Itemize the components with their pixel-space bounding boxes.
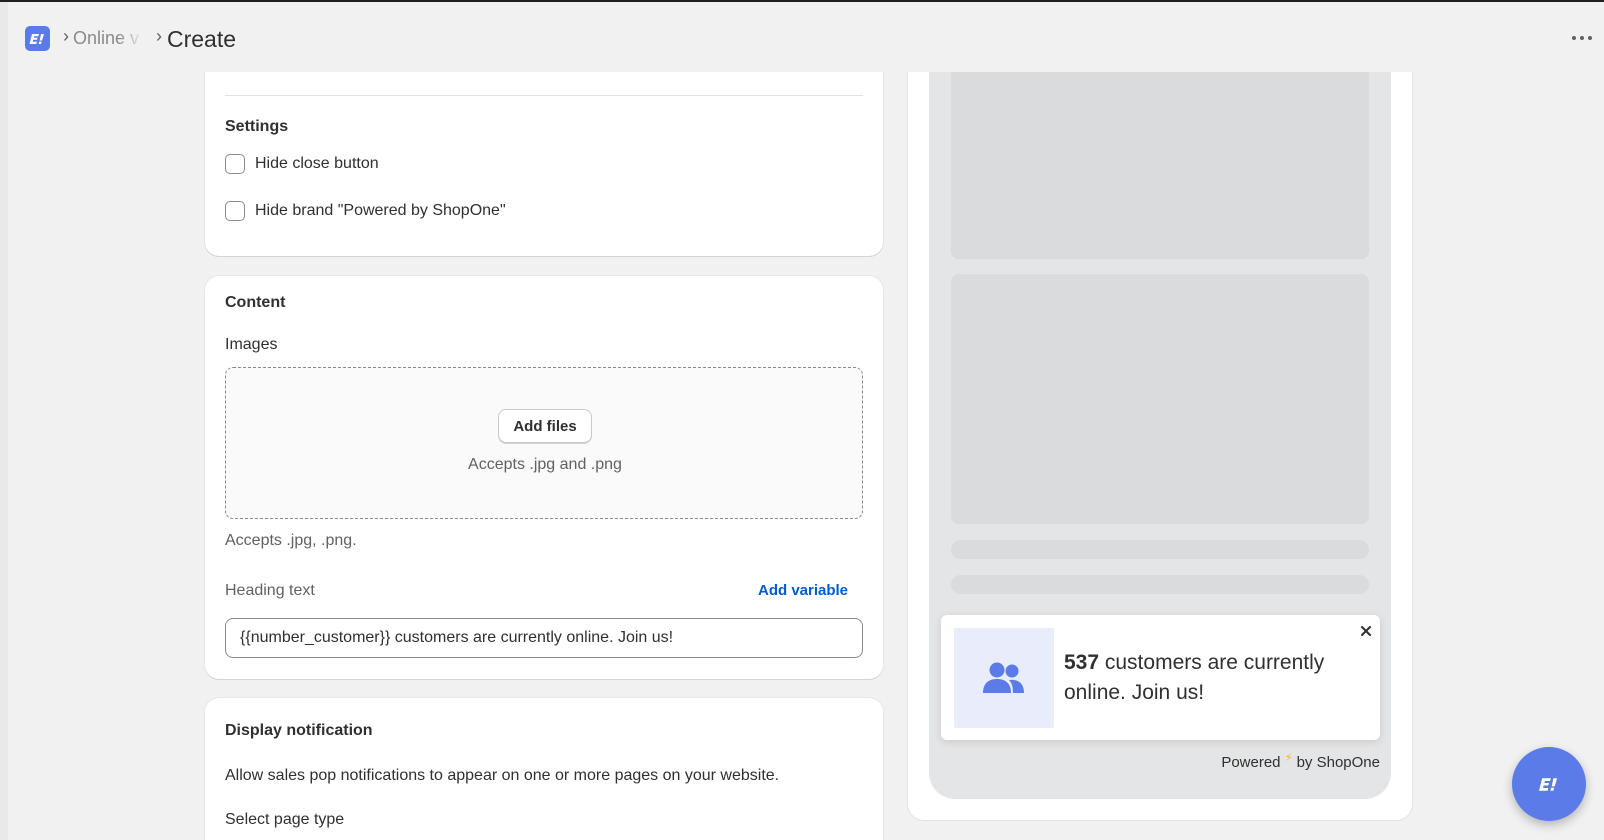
hide-brand-checkbox[interactable] xyxy=(225,201,245,221)
close-icon[interactable] xyxy=(1358,623,1374,639)
notification-message-text: customers are currently online. Join us! xyxy=(1064,651,1325,704)
display-notification-description: Allow sales pop notifications to appear … xyxy=(225,767,780,784)
skeleton-line xyxy=(951,540,1369,559)
section-divider xyxy=(225,95,863,96)
settings-heading: Settings xyxy=(225,118,289,135)
hide-brand-option[interactable]: Hide brand "Powered by ShopOne" xyxy=(225,201,506,221)
hide-brand-label: Hide brand "Powered by ShopOne" xyxy=(255,202,506,219)
sales-pop-notification: 537 customers are currently online. Join… xyxy=(941,615,1380,740)
logo-glyph xyxy=(29,33,44,44)
more-horizontal-icon[interactable] xyxy=(1570,26,1594,50)
users-glyph xyxy=(983,662,1024,693)
more-dots xyxy=(1572,36,1592,40)
hide-close-button-label: Hide close button xyxy=(255,155,379,172)
powered-by-brand: Powered ⚡ by ShopOne xyxy=(1208,751,1380,771)
powered-suffix: by ShopOne xyxy=(1296,754,1380,771)
powered-prefix: Powered xyxy=(1221,754,1281,771)
close-glyph xyxy=(1361,626,1371,636)
heading-text-input[interactable]: {{number_customer}} customers are curren… xyxy=(225,618,863,658)
images-label: Images xyxy=(225,336,278,353)
content-heading: Content xyxy=(225,294,286,311)
breadcrumb-separator-icon: › xyxy=(156,26,162,46)
skeleton-block xyxy=(951,274,1369,524)
users-icon xyxy=(954,628,1054,728)
preview-card: 537 customers are currently online. Join… xyxy=(908,40,1412,820)
skeleton-line xyxy=(951,575,1369,594)
display-notification-heading: Display notification xyxy=(225,722,373,739)
left-edge xyxy=(0,2,8,840)
dropzone-hint: Accepts .jpg and .png xyxy=(468,456,622,473)
chat-launcher-button[interactable] xyxy=(1512,747,1586,821)
content-card: Content Images Add files Accepts .jpg an… xyxy=(205,276,883,679)
breadcrumb-separator-icon: › xyxy=(63,26,69,46)
heading-text-label: Heading text xyxy=(225,582,315,599)
add-variable-link[interactable]: Add variable xyxy=(758,582,848,599)
settings-card: Settings Hide close button Hide brand "P… xyxy=(205,40,883,256)
customer-count: 537 xyxy=(1064,651,1100,674)
page-title: Create xyxy=(167,26,237,52)
notification-message: 537 customers are currently online. Join… xyxy=(1064,648,1354,708)
app-logo-icon xyxy=(1539,777,1558,791)
accepts-help-text: Accepts .jpg, .png. xyxy=(225,532,357,549)
hide-close-button-checkbox[interactable] xyxy=(225,154,245,174)
hide-close-button-option[interactable]: Hide close button xyxy=(225,154,379,174)
app-logo-icon[interactable] xyxy=(25,26,50,51)
top-bar xyxy=(8,2,1604,72)
bolt-icon: ⚡ xyxy=(1284,752,1293,764)
breadcrumb-parent-link[interactable]: Online v xyxy=(73,28,143,49)
image-dropzone[interactable]: Add files Accepts .jpg and .png xyxy=(225,367,863,519)
skeleton-block xyxy=(951,40,1369,259)
display-notification-card: Display notification Allow sales pop not… xyxy=(205,698,883,840)
add-files-button[interactable]: Add files xyxy=(498,409,592,443)
select-page-type-label: Select page type xyxy=(225,811,345,828)
